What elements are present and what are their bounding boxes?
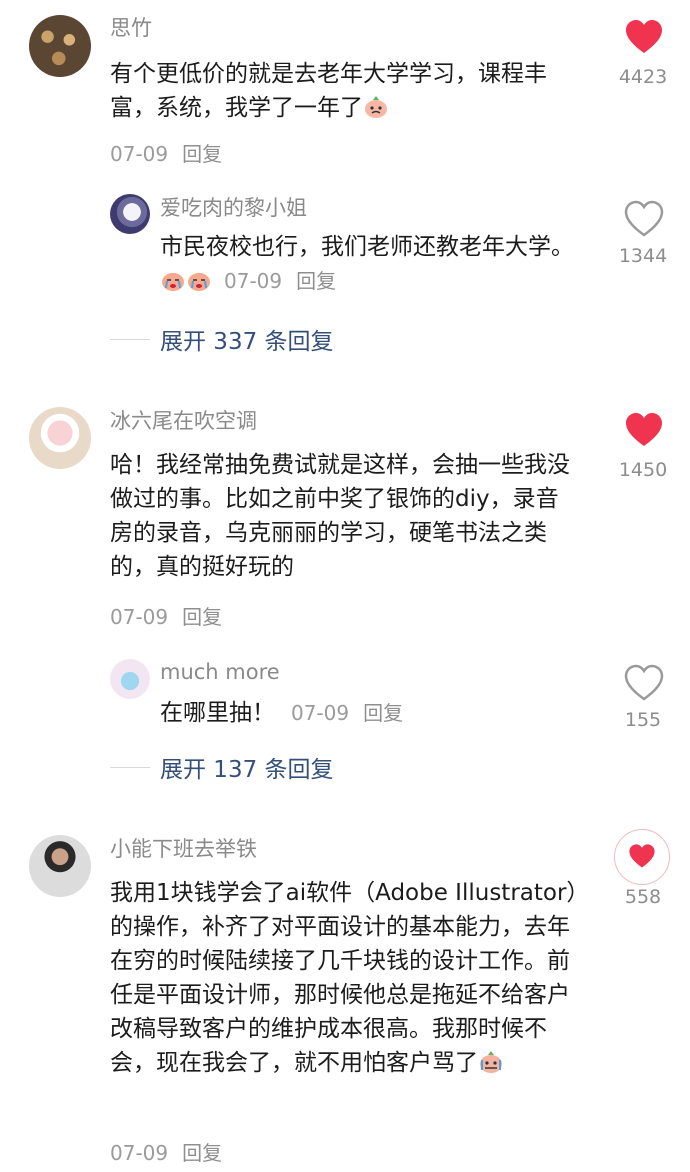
comment-username[interactable]: 小能下班去举铁 — [110, 839, 257, 860]
comment-username[interactable]: 思竹 — [110, 18, 152, 39]
like-count: 4423 — [618, 66, 668, 88]
emoji-icon — [478, 1050, 504, 1074]
reply-text: 市民夜校也行，我们老师还教老年大学。07-09 回复 — [160, 234, 574, 293]
heart-outline-icon — [624, 200, 664, 237]
like-button[interactable] — [624, 411, 664, 455]
reply-date: 07-09 — [224, 269, 283, 293]
like-button[interactable] — [624, 18, 664, 62]
reply-like-button[interactable] — [624, 200, 664, 244]
comment-meta: 07-09 回复 — [110, 1137, 236, 1166]
comment-meta: 07-09 回复 — [110, 601, 236, 630]
like-count: 1344 — [618, 245, 668, 267]
crying-emoji-icon — [186, 268, 212, 292]
reply-button[interactable]: 回复 — [363, 701, 403, 725]
avatar[interactable] — [29, 407, 91, 469]
divider-line — [110, 338, 150, 340]
emoji-icon — [363, 95, 389, 119]
like-count: 155 — [624, 709, 662, 731]
expand-replies-label: 展开 137 条回复 — [160, 757, 334, 783]
comment-date: 07-09 — [110, 605, 169, 629]
reply-button[interactable]: 回复 — [182, 605, 222, 629]
comment-text: 我用1块钱学会了ai软件（Adobe Illustrator）的操作，补齐了对平… — [110, 880, 578, 1076]
expand-replies-label: 展开 337 条回复 — [160, 329, 334, 355]
comment-text: 有个更低价的就是去老年大学学习，课程丰富，系统，我学了一年了 — [110, 61, 547, 121]
reply-date: 07-09 — [291, 701, 350, 725]
reply-avatar[interactable] — [110, 659, 150, 699]
avatar[interactable] — [29, 835, 91, 897]
heart-filled-icon — [626, 413, 662, 446]
reply-avatar[interactable] — [110, 194, 150, 234]
expand-replies-button[interactable]: 展开 137 条回复 — [110, 750, 334, 784]
heart-filled-icon — [626, 20, 662, 53]
crying-emoji-icon — [160, 268, 186, 292]
reply-button[interactable]: 回复 — [182, 1141, 222, 1165]
comment-text: 哈！我经常抽免费试就是这样，会抽一些我没做过的事。比如之前中奖了银饰的diy，录… — [110, 452, 570, 580]
like-count: 1450 — [618, 459, 668, 481]
expand-replies-button[interactable]: 展开 337 条回复 — [110, 322, 334, 356]
like-count: 558 — [624, 886, 662, 908]
comment-meta: 07-09 回复 — [110, 138, 236, 167]
reply-button[interactable]: 回复 — [296, 269, 336, 293]
heart-filled-icon — [629, 844, 655, 868]
like-button[interactable] — [614, 829, 670, 885]
reply-button[interactable]: 回复 — [182, 142, 222, 166]
comment-username[interactable]: 冰六尾在吹空调 — [110, 411, 257, 432]
reply-username[interactable]: 爱吃肉的黎小姐 — [160, 198, 307, 219]
comment-date: 07-09 — [110, 1141, 169, 1165]
heart-outline-icon — [624, 664, 664, 701]
avatar[interactable] — [29, 15, 91, 77]
reply-username[interactable]: much more — [160, 662, 280, 683]
divider-line — [110, 766, 150, 768]
comment-date: 07-09 — [110, 142, 169, 166]
reply-like-button[interactable] — [624, 664, 664, 708]
reply-text: 在哪里抽！ 07-09 回复 — [160, 700, 404, 726]
